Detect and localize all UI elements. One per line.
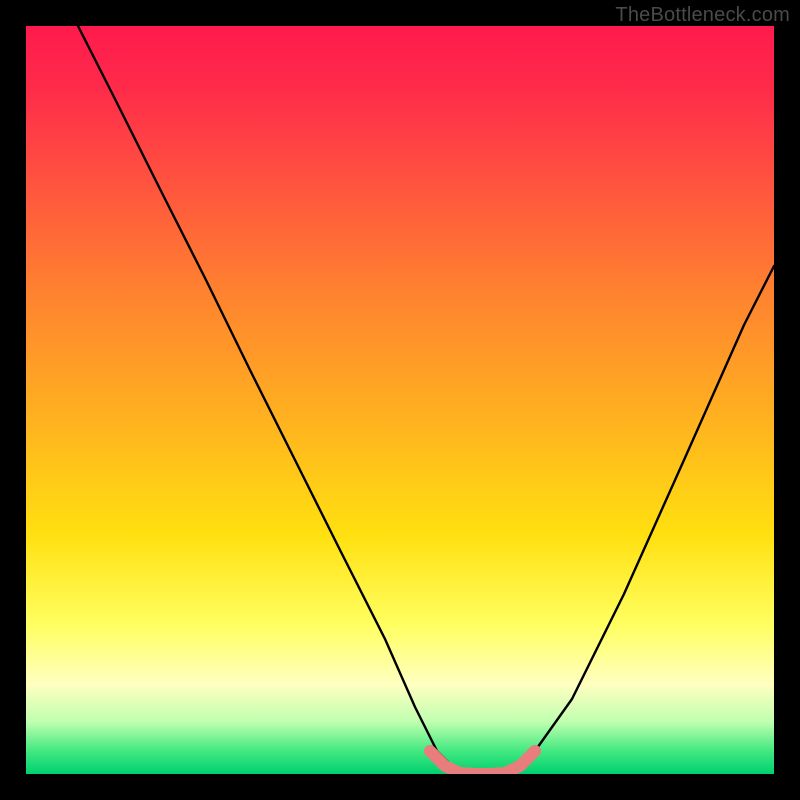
bottleneck-curve: [78, 26, 774, 774]
curve-layer: [26, 26, 774, 774]
plot-area: [26, 26, 774, 774]
watermark-text: TheBottleneck.com: [615, 4, 790, 27]
valley-highlight: [430, 751, 535, 774]
chart-frame: TheBottleneck.com: [0, 0, 800, 800]
